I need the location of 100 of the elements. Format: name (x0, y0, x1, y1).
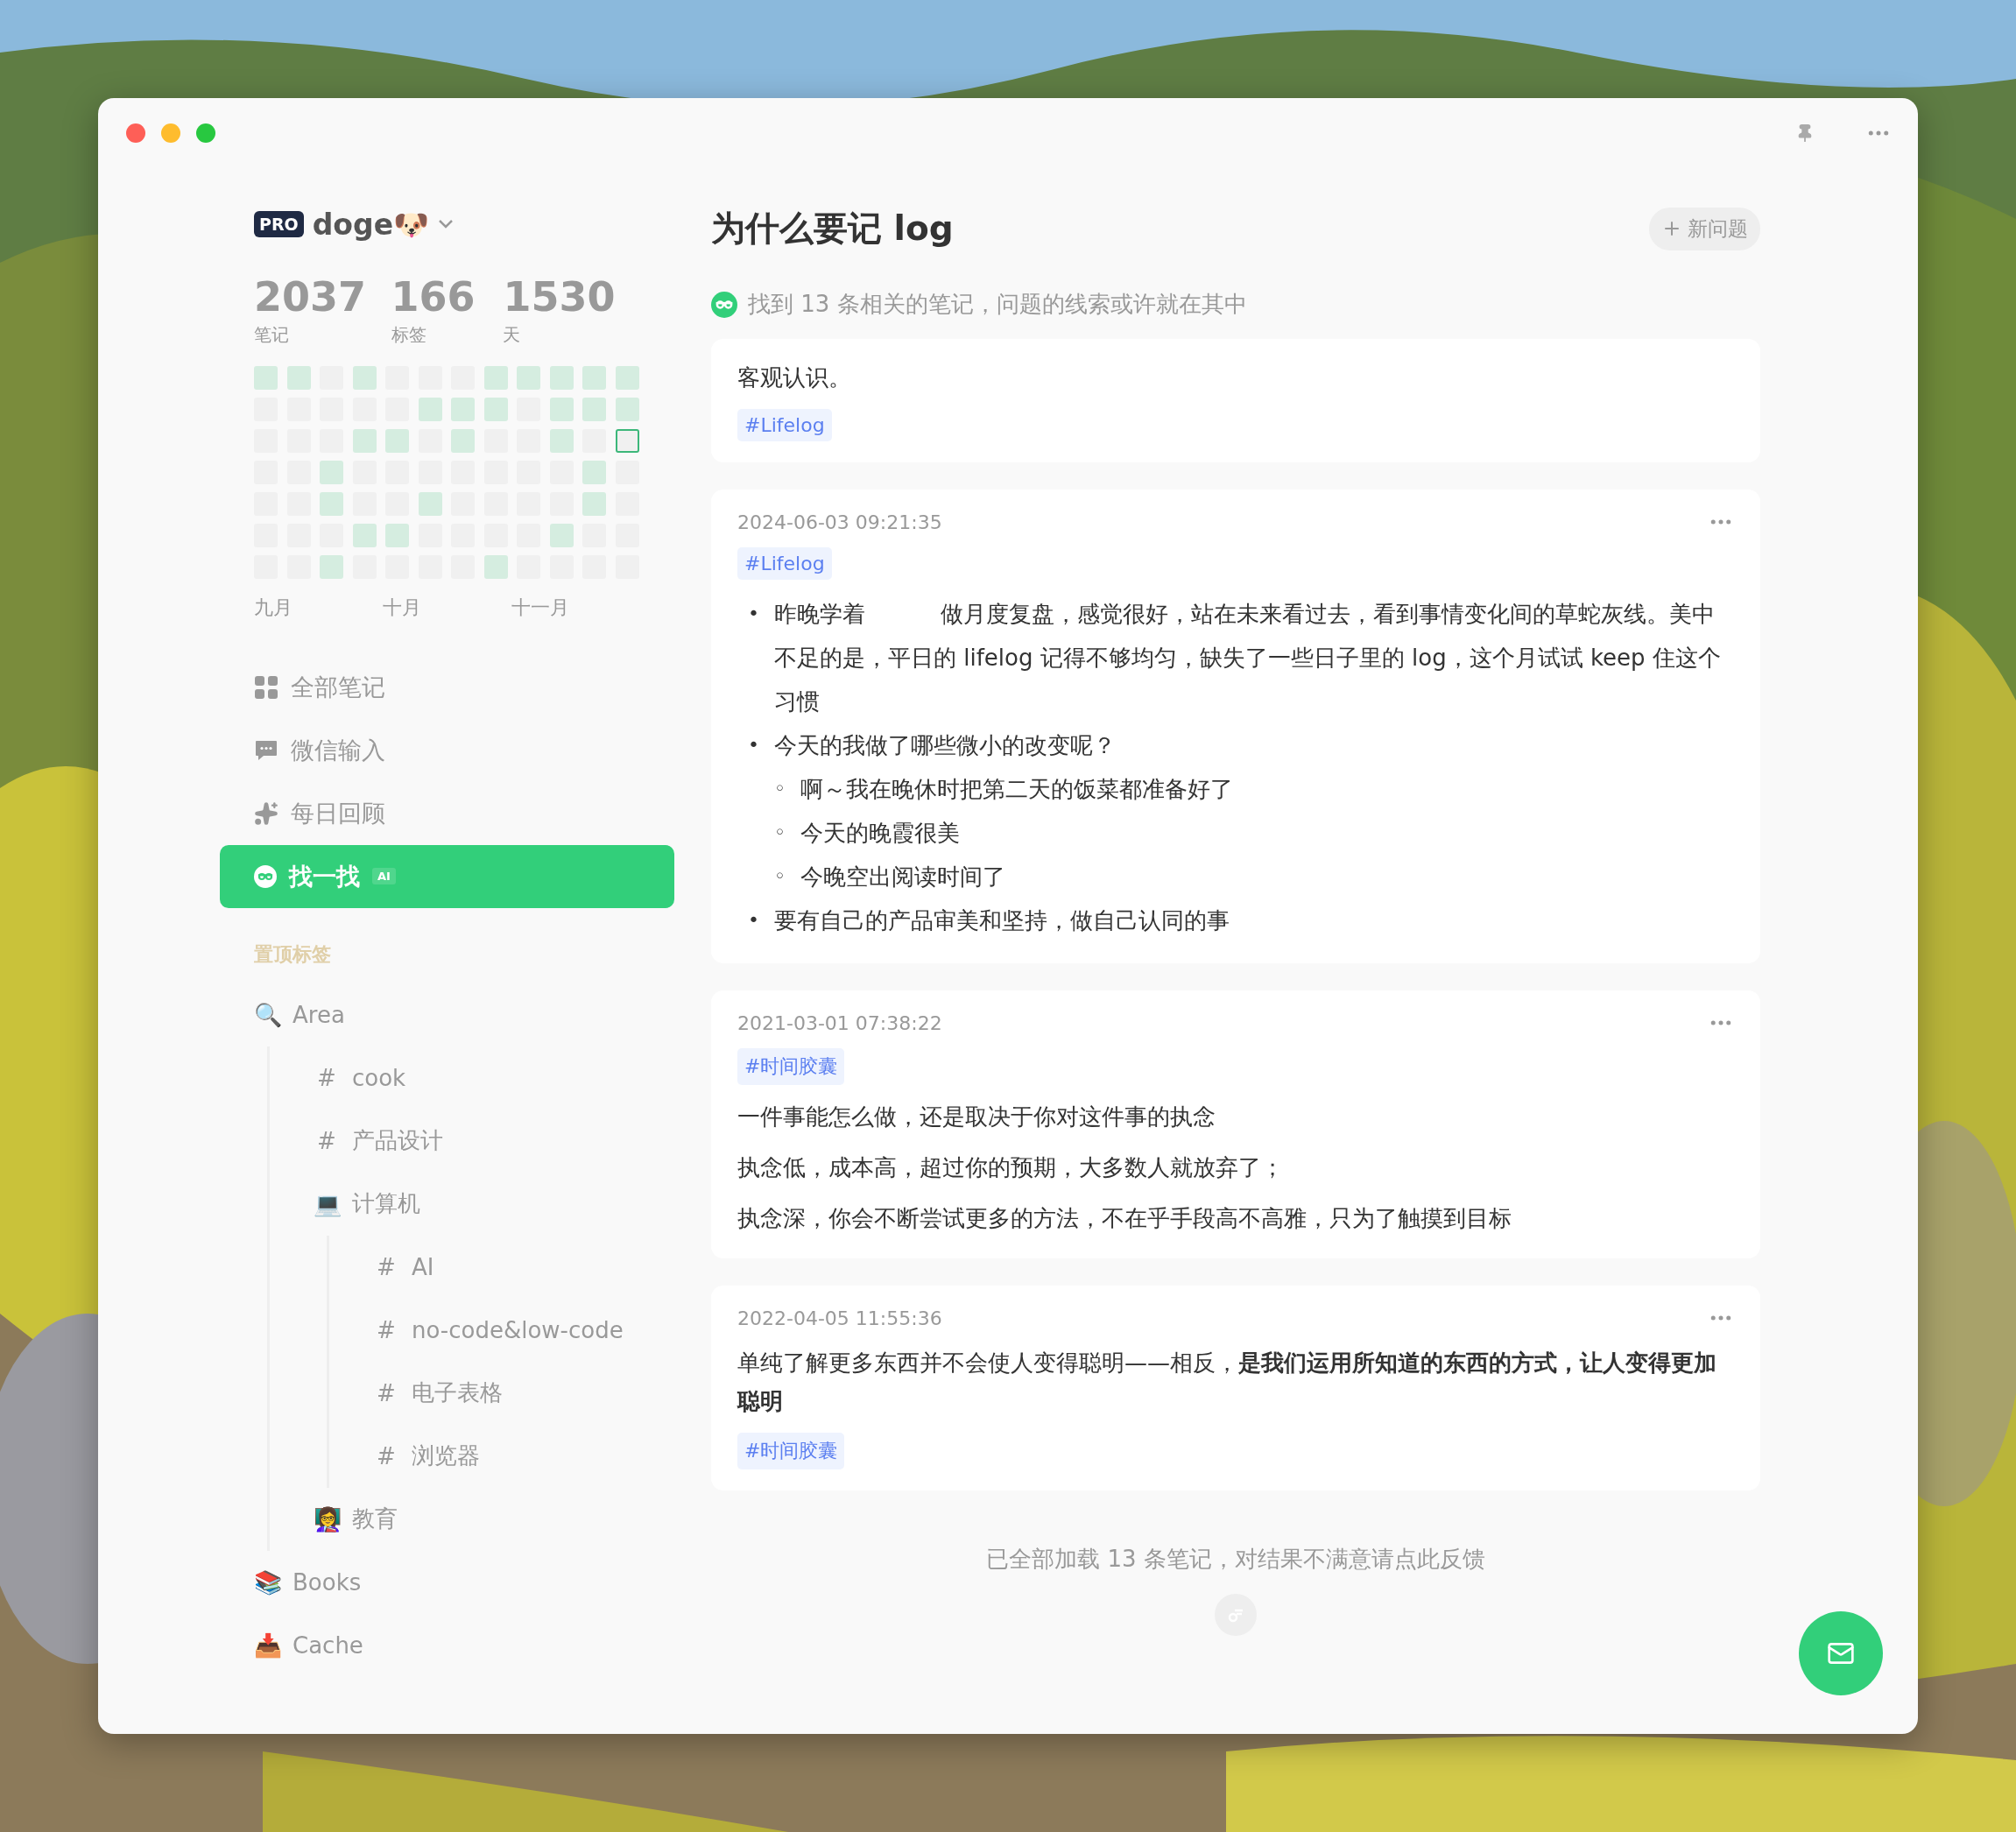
list-item: 今天的我做了哪些微小的改变呢？ (774, 731, 1117, 760)
heatmap-cell[interactable] (385, 523, 409, 547)
new-question-button[interactable]: 新问题 (1649, 207, 1760, 250)
stat-value: 1530 (503, 275, 617, 320)
heatmap-cell[interactable] (582, 460, 606, 484)
result-summary: 找到 13 条相关的笔记，问题的线索或许就在其中 (748, 290, 1247, 319)
bullet-mark: • (748, 602, 760, 626)
tag-item[interactable]: # 产品设计 (314, 1109, 674, 1173)
heatmap-cell[interactable] (549, 397, 574, 421)
tag-icon: # (373, 1442, 399, 1469)
heatmap-cell[interactable] (451, 428, 475, 453)
bullet-mark: • (748, 908, 760, 933)
note-date: 2024-06-03 09:21:35 (737, 511, 942, 533)
list-item: 啊～我在晚休时把第二天的饭菜都准备好了 (800, 775, 1234, 804)
bullet-mark: • (748, 733, 760, 757)
heatmap-cell[interactable] (549, 428, 574, 453)
heatmap-cell[interactable] (418, 397, 442, 421)
tag-icon: # (373, 1253, 399, 1280)
glasses-icon (711, 291, 737, 318)
nav-item[interactable]: 全部笔记 (220, 655, 674, 719)
tag-item[interactable]: 📚 Books (254, 1550, 674, 1614)
nav-item[interactable]: 找一找 AI (220, 844, 674, 908)
heatmap-cell[interactable] (254, 365, 278, 390)
pro-badge: PRO (254, 211, 304, 237)
month-label: 九月 (254, 595, 293, 620)
page-title: 为什么要记 log (711, 208, 954, 250)
list-item: 要有自己的产品审美和坚持，做自己认同的事 (774, 906, 1230, 935)
list-item: 昨晚学着 做月度复盘，感觉很好，站在未来看过去，看到事情变化间的草蛇灰线。美中不足的是，平日的 lifelog 记得不够均匀，缺失了一些日子里的 log，这个月试试 keep 住这个习惯 (774, 600, 1722, 716)
heatmap-cell[interactable] (582, 491, 606, 516)
stat-label: 标签 (391, 322, 427, 347)
heatmap-cell[interactable] (320, 460, 343, 484)
heatmap-cell[interactable] (615, 365, 639, 390)
heatmap-cell[interactable] (483, 365, 508, 390)
note-text: 执念低，成本高，超过你的预期，大多数人就放弃了； (737, 1153, 1285, 1182)
bullet-mark: ◦ (774, 821, 786, 845)
tag-icon: # (314, 1127, 340, 1154)
glasses-icon (254, 864, 277, 888)
ai-badge: AI (372, 868, 396, 885)
tag-item[interactable]: # 电子表格 (373, 1361, 674, 1425)
note-text: 执念深，你会不断尝试更多的方法，不在乎手段高不高雅，只为了触摸到目标 (737, 1204, 1512, 1233)
tag-icon: # (373, 1379, 399, 1406)
close-button[interactable] (126, 123, 145, 143)
nav-item[interactable]: 每日回顾 (220, 781, 674, 845)
account-name[interactable]: doge🐶 (312, 207, 429, 242)
heatmap-cell[interactable] (549, 523, 574, 547)
tag-icon: 📥 (254, 1631, 280, 1659)
heatmap-cell[interactable] (549, 365, 574, 390)
grid-icon (254, 674, 278, 700)
heatmap-cell[interactable] (615, 428, 639, 453)
note-date: 2021-03-01 07:38:22 (737, 1011, 942, 1034)
heatmap-cell[interactable] (320, 491, 343, 516)
heatmap-cell[interactable] (615, 397, 639, 421)
tag-item[interactable]: # 浏览器 (373, 1424, 674, 1488)
chevron-down-icon[interactable] (438, 219, 454, 229)
tag-icon: 👩‍🏫 (314, 1505, 340, 1533)
month-label: 十月 (383, 595, 422, 620)
tag-chip[interactable]: #时间胶囊 (737, 1433, 845, 1469)
tag-item[interactable]: # no-code&low-code (373, 1298, 674, 1362)
heatmap-cell[interactable] (582, 397, 606, 421)
heatmap-cell[interactable] (352, 365, 377, 390)
bullet-mark: ◦ (774, 777, 786, 801)
heatmap-cell[interactable] (582, 365, 606, 390)
tag-chip[interactable]: #Lifelog (737, 547, 832, 580)
stat-value: 166 (391, 275, 476, 320)
heatmap-cell[interactable] (352, 523, 377, 547)
minimize-button[interactable] (161, 123, 180, 143)
tag-icon: 📚 (254, 1568, 280, 1596)
tag-chip[interactable]: #时间胶囊 (737, 1048, 845, 1085)
tag-item[interactable]: 🔍 Area (254, 983, 674, 1046)
stat-label: 天 (503, 322, 522, 347)
heatmap-cell[interactable] (418, 491, 442, 516)
list-item: 今天的晚霞很美 (800, 819, 961, 848)
note-text: 一件事能怎么做，还是取决于你对这件事的执念 (737, 1103, 1216, 1131)
sparkle-icon (254, 800, 278, 826)
tag-item[interactable]: 👩‍🏫 教育 (314, 1487, 674, 1551)
tag-chip[interactable]: #Lifelog (737, 409, 832, 441)
heatmap-cell[interactable] (286, 365, 311, 390)
heatmap-cell[interactable] (320, 554, 343, 579)
tag-icon: 🔍 (254, 1001, 280, 1028)
bullet-mark: ◦ (774, 864, 786, 889)
tag-icon: 💻 (314, 1190, 340, 1217)
tag-item[interactable]: 📥 Cache (254, 1613, 674, 1677)
heatmap-cell[interactable] (483, 397, 508, 421)
month-label: 十一月 (511, 595, 570, 620)
note-date: 2022-04-05 11:55:36 (737, 1307, 942, 1329)
heatmap-cell[interactable] (385, 428, 409, 453)
section-heading: 置顶标签 (253, 941, 332, 967)
tag-item[interactable]: # AI (373, 1235, 674, 1299)
tag-icon: # (314, 1064, 340, 1091)
nav-item[interactable]: 微信输入 (220, 718, 674, 782)
heatmap-cell[interactable] (517, 365, 540, 390)
zoom-button[interactable] (196, 123, 215, 143)
note-text: 客观认识。 (737, 363, 852, 392)
list-item: 今晚空出阅读时间了 (800, 863, 1006, 891)
tag-item[interactable]: # cook (314, 1046, 674, 1110)
heatmap-cell[interactable] (451, 397, 475, 421)
tag-item[interactable]: 💻 计算机 (314, 1172, 674, 1236)
heatmap-cell[interactable] (352, 428, 377, 453)
feedback-link[interactable]: 已全部加载 13 条笔记，对结果不满意请点此反馈 (986, 1544, 1485, 1575)
heatmap-cell[interactable] (483, 554, 508, 579)
